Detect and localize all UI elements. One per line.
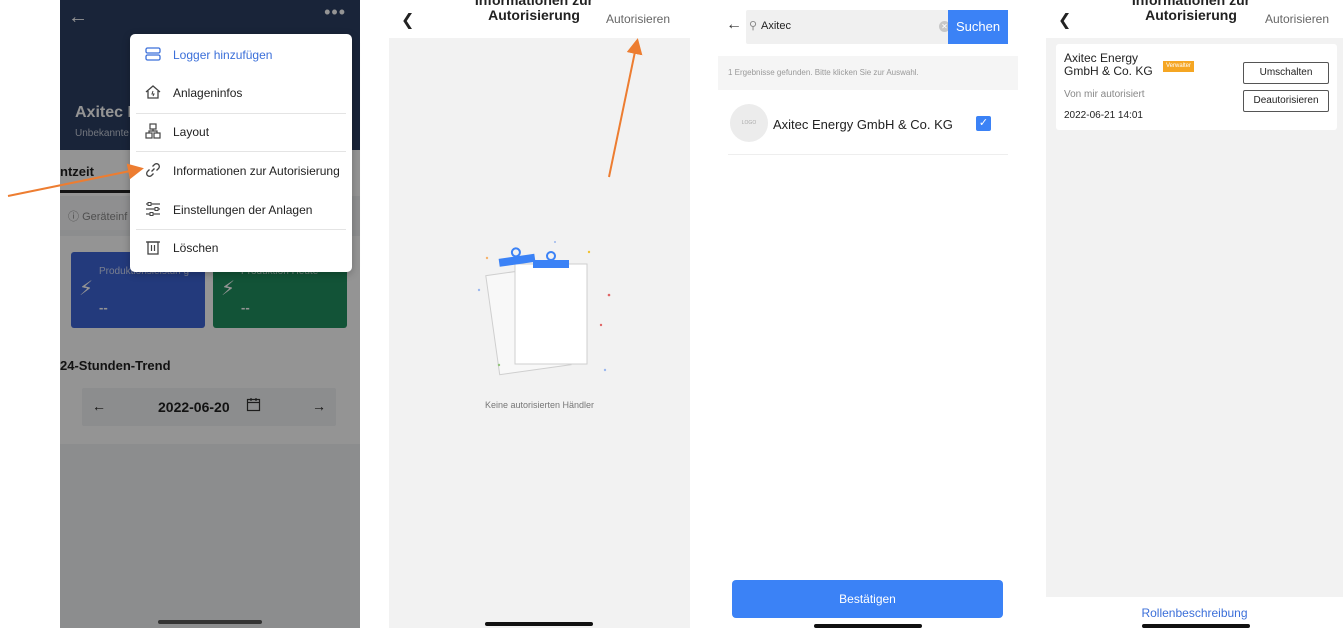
home-icon [144,83,162,101]
result-info-text: 1 Ergebnisse gefunden. Bitte klicken Sie… [728,68,919,77]
menu-item-add-logger[interactable]: Logger hinzufügen [130,36,352,74]
company-name: Axitec Energy GmbH & Co. KG [773,117,953,132]
role-description-link[interactable]: Rollenbeschreibung [1046,606,1343,620]
back-chevron-icon[interactable]: ❮ [1058,10,1071,30]
search-value: Axitec [761,20,791,32]
menu-item-label: Einstellungen der Anlagen [173,203,313,217]
menu-item-label: Logger hinzufügen [173,48,273,62]
logger-icon [144,45,162,63]
back-arrow-icon[interactable]: ← [726,16,742,34]
checkbox-checked-icon[interactable]: ✓ [976,116,991,131]
menu-item-label: Löschen [173,241,219,255]
switch-button[interactable]: Umschalten [1243,62,1329,84]
authorize-button[interactable]: Autorisieren [1265,12,1329,26]
page-title: Informationen zur Autorisierung [1131,0,1251,23]
search-icon: ⚲ [749,20,758,32]
search-input[interactable]: ⚲ Axitec ✕ [746,10,958,44]
authorized-dealer-card: Axitec Energy GmbH & Co. KG Verwalter Vo… [1056,44,1337,130]
settings-sliders-icon [144,200,162,218]
trash-icon [144,238,162,256]
home-indicator [814,624,922,628]
home-indicator [485,622,593,626]
nav-bar: ❮ Informationen zur Autorisierung Autori… [1046,0,1343,38]
nav-bar: ❮ Informationen zur Autorisierung Autori… [389,0,690,38]
menu-item-station-settings[interactable]: Einstellungen der Anlagen [130,191,352,229]
layout-icon [144,122,162,140]
authorize-button[interactable]: Autorisieren [606,12,670,26]
dealer-search-screen: ← ⚲ Axitec ✕ Suchen 1 Ergebnisse gefunde… [718,0,1018,628]
company-name: Axitec Energy GmbH & Co. KG [1064,51,1153,78]
authorization-date: 2022-06-21 14:01 [1064,110,1143,121]
menu-item-layout[interactable]: Layout [130,113,352,151]
menu-item-station-info[interactable]: Anlageninfos [130,74,352,112]
options-menu: Logger hinzufügen Anlageninfos Layout In… [130,34,352,272]
menu-item-label: Informationen zur Autorisierung [173,164,340,178]
company-logo: LOGO [730,104,768,142]
link-icon [144,161,162,179]
list-item[interactable]: LOGO Axitec Energy GmbH & Co. KG ✓ [728,100,1008,155]
back-chevron-icon[interactable]: ❮ [401,10,414,30]
menu-item-label: Anlageninfos [173,86,243,100]
home-indicator [158,620,262,624]
home-indicator [1142,624,1250,628]
deauthorize-button[interactable]: Deautorisieren [1243,90,1329,112]
menu-item-label: Layout [173,125,210,139]
empty-state-text: Keine autorisierten Händler [484,400,595,410]
confirm-button[interactable]: Bestätigen [732,580,1003,618]
search-button[interactable]: Suchen [948,10,1008,44]
page-title: Informationen zur Autorisierung [474,0,594,23]
authorized-by-text: Von mir autorisiert [1064,89,1145,100]
role-badge: Verwalter [1163,61,1195,72]
menu-item-delete[interactable]: Löschen [130,229,352,267]
menu-item-authorization-info[interactable]: Informationen zur Autorisierung [130,152,352,190]
authorization-list-screen: ❮ Informationen zur Autorisierung Autori… [1046,0,1343,628]
authorization-empty-screen: ❮ Informationen zur Autorisierung Autori… [389,0,690,628]
empty-clipboard-illustration [477,241,611,376]
result-info-bar: 1 Ergebnisse gefunden. Bitte klicken Sie… [718,56,1018,90]
